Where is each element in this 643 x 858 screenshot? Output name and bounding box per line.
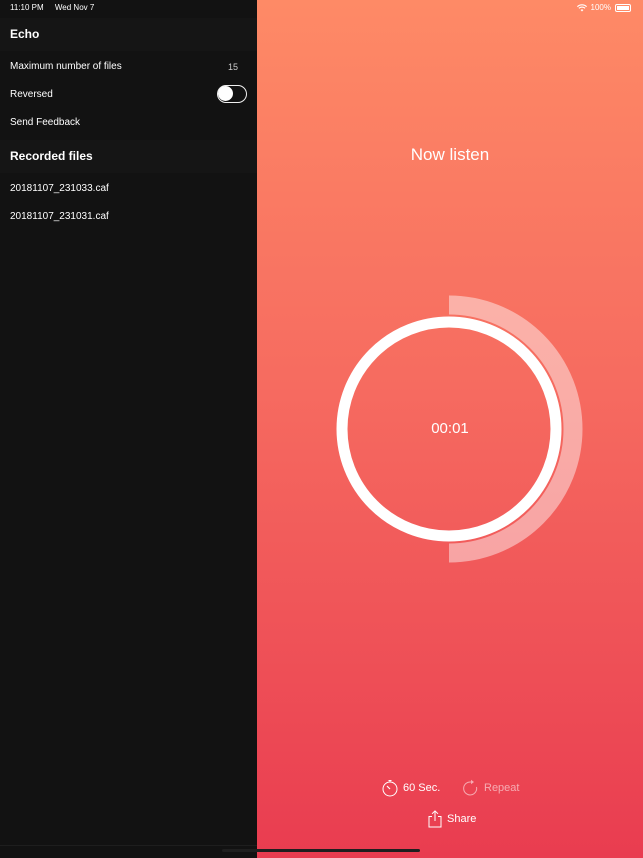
status-date: Wed Nov 7 bbox=[54, 3, 95, 12]
reversed-row: Reversed bbox=[0, 81, 257, 109]
app-title: Echo bbox=[10, 27, 40, 41]
wifi-icon bbox=[576, 3, 587, 11]
repeat-label: Repeat bbox=[484, 782, 520, 794]
status-bar-left: 11:10 PM Wed Nov 7 bbox=[10, 3, 103, 12]
share-label: Share bbox=[447, 813, 477, 825]
battery-icon bbox=[615, 3, 631, 12]
elapsed-timer: 00:01 bbox=[431, 420, 469, 437]
file-item[interactable]: 20181107_231031.caf bbox=[0, 203, 257, 231]
status-bar-right: 100% bbox=[576, 3, 631, 12]
home-indicator bbox=[222, 849, 420, 852]
repeat-button[interactable]: Repeat bbox=[462, 779, 519, 797]
duration-label: 60 Sec. bbox=[403, 782, 441, 794]
file-name: 20181107_231031.caf bbox=[10, 211, 109, 222]
sidebar: 11:10 PM Wed Nov 7 Echo Maximum number o… bbox=[0, 0, 257, 858]
app-title-header: Echo bbox=[0, 18, 257, 51]
reversed-toggle[interactable] bbox=[217, 85, 247, 103]
max-files-value: 15 bbox=[227, 62, 238, 72]
reversed-label: Reversed bbox=[10, 89, 53, 100]
send-feedback-label: Send Feedback bbox=[10, 117, 81, 128]
share-button[interactable]: Share bbox=[427, 810, 476, 828]
file-name: 20181107_231033.caf bbox=[10, 183, 109, 194]
max-files-label: Maximum number of files bbox=[10, 61, 122, 72]
send-feedback-row[interactable]: Send Feedback bbox=[0, 109, 257, 137]
file-item[interactable]: 20181107_231033.caf bbox=[0, 175, 257, 203]
bottom-divider bbox=[0, 845, 257, 846]
battery-percent: 100% bbox=[590, 3, 611, 12]
recorded-files-header: Recorded files bbox=[0, 140, 257, 173]
share-icon bbox=[428, 810, 442, 828]
timer-icon bbox=[382, 780, 398, 797]
recorded-files-title: Recorded files bbox=[10, 149, 93, 163]
status-time: 11:10 PM bbox=[10, 3, 44, 12]
max-files-row[interactable]: Maximum number of files 15 bbox=[0, 53, 257, 81]
repeat-icon bbox=[463, 779, 478, 796]
page-title: Now listen bbox=[410, 145, 490, 164]
player-panel: 100% Now listen 00:01 60 Sec. Repeat Sha… bbox=[257, 0, 643, 858]
toggle-knob bbox=[218, 86, 233, 101]
duration-button[interactable]: 60 Sec. bbox=[381, 779, 440, 797]
